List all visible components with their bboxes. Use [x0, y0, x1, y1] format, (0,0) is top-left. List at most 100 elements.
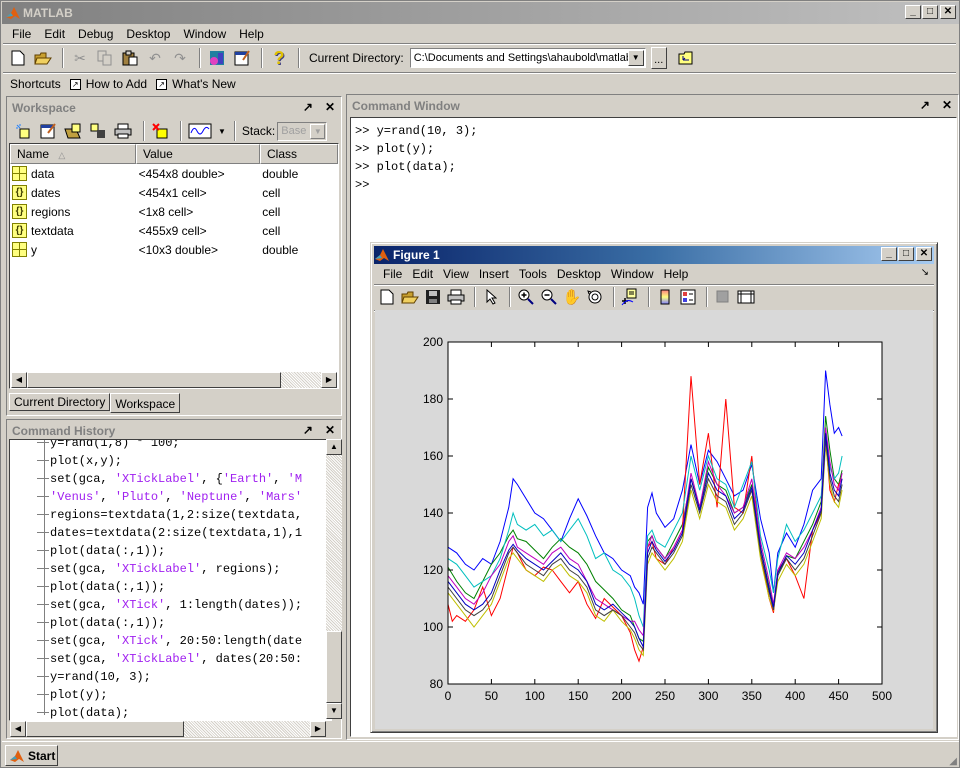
pan-hand-icon[interactable]: ✋	[562, 286, 582, 308]
tab-workspace[interactable]: Workspace	[110, 393, 181, 413]
workspace-variable-row[interactable]: y <10x3 double> double	[10, 240, 338, 259]
zoom-in-icon[interactable]	[516, 286, 536, 308]
open-selection-icon[interactable]	[38, 120, 58, 142]
scroll-thumb[interactable]	[326, 631, 342, 703]
menu-desktop[interactable]: Desktop	[120, 27, 177, 41]
scroll-right-button[interactable]: ▶	[310, 721, 326, 737]
open-file-icon[interactable]	[32, 47, 54, 69]
figure-maximize-button[interactable]: □	[898, 247, 914, 261]
figure-menu-tools[interactable]: Tools	[514, 267, 552, 281]
history-entry[interactable]: plot(data(:,1));	[10, 614, 165, 632]
cut-icon[interactable]: ✂	[69, 47, 91, 69]
close-panel-icon[interactable]: ✕	[325, 100, 335, 114]
history-entry[interactable]: plot(data(:,1));	[10, 542, 165, 560]
workspace-variable-row[interactable]: {} dates <454x1 cell> cell	[10, 183, 338, 202]
close-panel-icon[interactable]: ✕	[942, 98, 952, 112]
save-workspace-icon[interactable]	[88, 120, 108, 142]
import-data-icon[interactable]	[63, 120, 83, 142]
undo-icon[interactable]: ↶	[144, 47, 166, 69]
rotate-3d-icon[interactable]	[585, 286, 605, 308]
colorbar-icon[interactable]	[655, 286, 675, 308]
history-entry[interactable]: dates=textdata(2:size(textdata,1),1	[10, 524, 302, 542]
guide-icon[interactable]	[231, 47, 253, 69]
scroll-down-button[interactable]: ▼	[326, 703, 342, 719]
workspace-variable-row[interactable]: {} regions <1x8 cell> cell	[10, 202, 338, 221]
resize-grip-icon[interactable]: ◢	[949, 756, 957, 767]
menu-debug[interactable]: Debug	[72, 27, 120, 41]
hide-plot-tools-icon[interactable]	[713, 286, 733, 308]
current-directory-dropdown[interactable]: ▼	[627, 50, 644, 66]
history-entry[interactable]: regions=textdata(1,2:size(textdata,	[10, 506, 302, 524]
shortcut-how-to-add[interactable]: ↗ How to Add	[69, 77, 147, 91]
history-entry[interactable]: set(gca, 'XTickLabel', dates(20:50:	[10, 650, 302, 668]
history-entry[interactable]: set(gca, 'XTickLabel', regions);	[10, 560, 280, 578]
menu-window[interactable]: Window	[177, 27, 233, 41]
menu-edit[interactable]: Edit	[38, 27, 72, 41]
history-entry[interactable]: y=rand(10, 3);	[10, 668, 151, 686]
minimize-button[interactable]: _	[905, 5, 921, 19]
figure-close-button[interactable]: ✕	[916, 247, 932, 261]
history-entry[interactable]: set(gca, 'XTick', 20:50:length(date	[10, 632, 302, 650]
history-horizontal-scrollbar[interactable]: ◀ ▶	[10, 721, 326, 737]
plot-dropdown-icon[interactable]: ▼	[218, 127, 226, 136]
simulink-icon[interactable]	[206, 47, 228, 69]
workspace-variable-row[interactable]: {} textdata <455x9 cell> cell	[10, 221, 338, 240]
close-panel-icon[interactable]: ✕	[325, 423, 335, 437]
history-entry[interactable]: plot(y);	[10, 686, 108, 704]
current-directory-field[interactable]: C:\Documents and Settings\ahaubold\matla…	[409, 48, 646, 68]
tab-current-directory[interactable]: Current Directory	[9, 393, 111, 411]
column-header-class[interactable]: Class	[260, 144, 338, 164]
plot-selection-icon[interactable]	[187, 120, 213, 142]
save-figure-icon[interactable]	[423, 286, 443, 308]
figure-menu-view[interactable]: View	[438, 267, 474, 281]
redo-icon[interactable]: ↷	[169, 47, 191, 69]
legend-icon[interactable]	[678, 286, 698, 308]
column-header-value[interactable]: Value	[136, 144, 260, 164]
menu-file[interactable]: File	[6, 27, 38, 41]
column-header-name[interactable]: Name △	[10, 144, 136, 164]
edit-plot-arrow-icon[interactable]	[481, 286, 501, 308]
history-entry[interactable]: set(gca, 'XTickLabel', {'Earth', 'M	[10, 470, 302, 488]
browse-folder-button[interactable]: ...	[650, 47, 667, 69]
figure-menu-file[interactable]: File	[378, 267, 407, 281]
undock-icon[interactable]: ↗	[303, 423, 313, 437]
undock-icon[interactable]: ↗	[920, 98, 930, 112]
menu-help[interactable]: Help	[233, 27, 271, 41]
figure-menu-insert[interactable]: Insert	[474, 267, 514, 281]
history-entry[interactable]: plot(x,y);	[10, 452, 122, 470]
history-entry[interactable]: y=rand(1,8) * 100;	[10, 440, 180, 452]
print-icon[interactable]	[113, 120, 133, 142]
scroll-right-button[interactable]: ▶	[321, 372, 337, 388]
new-figure-icon[interactable]	[377, 286, 397, 308]
delete-variable-icon[interactable]	[150, 120, 170, 142]
start-button[interactable]: Start	[5, 745, 58, 766]
workspace-variable-row[interactable]: data <454x8 double> double	[10, 164, 338, 183]
console-prompt[interactable]: >>	[355, 176, 369, 194]
parent-folder-icon[interactable]	[675, 47, 697, 69]
scroll-up-button[interactable]: ▲	[326, 439, 342, 455]
history-entry[interactable]: plot(data);	[10, 704, 129, 720]
history-entry[interactable]: set(gca, 'XTick', 1:length(dates));	[10, 596, 302, 614]
figure-menu-help[interactable]: Help	[659, 267, 694, 281]
zoom-out-icon[interactable]	[539, 286, 559, 308]
data-cursor-icon[interactable]	[620, 286, 640, 308]
scroll-thumb[interactable]	[27, 372, 281, 388]
figure-menu-desktop[interactable]: Desktop	[552, 267, 606, 281]
workspace-horizontal-scrollbar[interactable]: ◀ ▶	[11, 372, 337, 388]
scroll-left-button[interactable]: ◀	[11, 372, 27, 388]
history-entry[interactable]: 'Venus', 'Pluto', 'Neptune', 'Mars'	[10, 488, 302, 506]
copy-icon[interactable]	[94, 47, 116, 69]
history-vertical-scrollbar[interactable]: ▲ ▼	[326, 439, 342, 719]
new-variable-icon[interactable]	[13, 120, 33, 142]
paste-icon[interactable]	[119, 47, 141, 69]
show-plot-tools-icon[interactable]	[736, 286, 756, 308]
figure-menu-edit[interactable]: Edit	[407, 267, 438, 281]
undock-icon[interactable]: ↗	[303, 100, 313, 114]
current-directory-value[interactable]: C:\Documents and Settings\ahaubold\matla…	[411, 52, 629, 64]
print-figure-icon[interactable]	[446, 286, 466, 308]
close-button[interactable]: ✕	[940, 5, 956, 19]
scroll-left-button[interactable]: ◀	[10, 721, 26, 737]
dock-figure-icon[interactable]: ↘	[921, 267, 929, 278]
new-file-icon[interactable]	[7, 47, 29, 69]
figure-minimize-button[interactable]: _	[881, 247, 897, 261]
